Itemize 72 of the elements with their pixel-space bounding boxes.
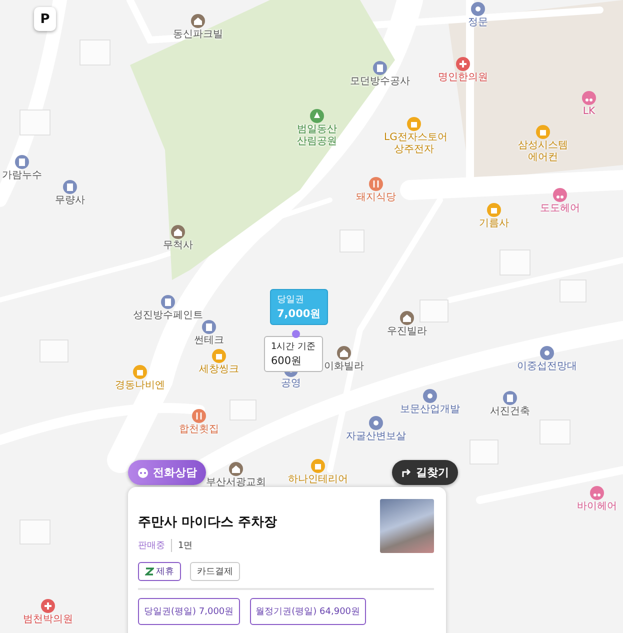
building-block xyxy=(340,230,364,252)
place-label[interactable]: 썬테크 xyxy=(194,335,224,347)
building-block xyxy=(500,250,530,276)
building-block xyxy=(230,400,256,420)
building-icon xyxy=(161,295,175,309)
parking-toggle-button[interactable]: P xyxy=(34,7,56,31)
building-icon xyxy=(15,155,29,169)
building-block xyxy=(540,420,570,444)
place-label[interactable]: LG전자스토어 상주전자 xyxy=(384,132,444,156)
directions-button[interactable]: 길찾기 xyxy=(392,460,458,485)
place-label[interactable]: 모던방수공사 xyxy=(350,76,410,88)
pin-icon xyxy=(423,389,437,403)
ticket-option-button[interactable]: 월정기권(평일) 64,900원 xyxy=(250,598,366,625)
sale-status: 판매중 xyxy=(138,539,172,552)
photo-placeholder xyxy=(380,499,434,553)
place-label[interactable]: LK xyxy=(582,106,596,118)
building-icon xyxy=(202,320,216,334)
building-block xyxy=(20,110,50,136)
place-label[interactable]: 부산서광교회 xyxy=(206,477,266,489)
place-label[interactable]: 바이헤어 xyxy=(577,501,617,513)
z-logo-icon xyxy=(145,567,154,576)
house-icon xyxy=(229,462,243,476)
place-label[interactable]: 명인한의원 xyxy=(438,72,488,84)
building-block xyxy=(20,520,50,544)
place-label[interactable]: 무량사 xyxy=(55,195,85,207)
place-label[interactable]: 도도헤어 xyxy=(540,203,580,215)
pin-icon xyxy=(369,416,383,430)
feature-tag: 카드결제 xyxy=(190,562,240,581)
house-icon xyxy=(337,346,351,360)
building-block xyxy=(80,40,110,66)
building-icon xyxy=(63,180,77,194)
space-count: 1면 xyxy=(177,540,193,552)
place-label[interactable]: 세창씽크 xyxy=(199,364,239,376)
place-label[interactable]: 우진빌라 xyxy=(387,326,427,338)
place-label[interactable]: 동신파크빌 xyxy=(173,29,223,41)
parking-lot-title: 주만사 마이다스 주차장 xyxy=(138,514,278,531)
building-block xyxy=(470,440,498,464)
building-icon xyxy=(373,61,387,75)
place-label[interactable]: 이화빌라 xyxy=(324,361,364,373)
turn-arrow-icon xyxy=(401,467,412,478)
place-label[interactable]: 이중섭전망대 xyxy=(517,361,577,373)
building-icon xyxy=(503,391,517,405)
place-label[interactable]: 하나인테리어 xyxy=(288,474,348,486)
pin-icon xyxy=(540,346,554,360)
place-label[interactable]: 무척사 xyxy=(163,240,193,252)
place-label[interactable]: 보문산업개발 xyxy=(400,404,460,416)
building-block xyxy=(560,280,586,302)
place-label[interactable]: 정문 xyxy=(468,17,488,29)
place-label[interactable]: 가람누수 xyxy=(2,170,42,182)
place-label[interactable]: 합천횟집 xyxy=(179,424,219,436)
house-icon xyxy=(191,14,205,28)
price-marker[interactable]: 당일권 7,000원 xyxy=(270,289,328,325)
ticket-option-button[interactable]: 당일권(평일) 7,000원 xyxy=(138,598,240,625)
place-label[interactable]: 범일동산 산림공원 xyxy=(292,124,342,148)
cross-icon xyxy=(41,599,55,613)
place-label[interactable]: 성진방수페인트 xyxy=(133,310,203,322)
house-icon xyxy=(400,311,414,325)
tree-icon xyxy=(310,109,324,123)
phone-consult-button[interactable]: 전화상담 xyxy=(128,460,206,485)
chat-icon xyxy=(137,466,149,478)
place-label[interactable]: 기름사 xyxy=(479,218,509,230)
place-label[interactable]: 경동나비엔 xyxy=(115,380,165,392)
place-label[interactable]: 서진건축 xyxy=(490,406,530,418)
price-tooltip[interactable]: 1시간 기준 600원 xyxy=(264,336,323,372)
building-block xyxy=(40,340,68,362)
tag-label: 제휴 xyxy=(156,566,174,578)
place-label[interactable]: 범천박의원 xyxy=(23,614,73,626)
place-label[interactable]: 돼지식당 xyxy=(356,192,396,204)
place-label[interactable]: 자굴산변보살 xyxy=(346,431,406,443)
place-label[interactable]: 공영 xyxy=(281,378,301,390)
place-label[interactable]: 삼성시스템 에어컨 xyxy=(513,140,573,164)
house-icon xyxy=(171,225,185,239)
